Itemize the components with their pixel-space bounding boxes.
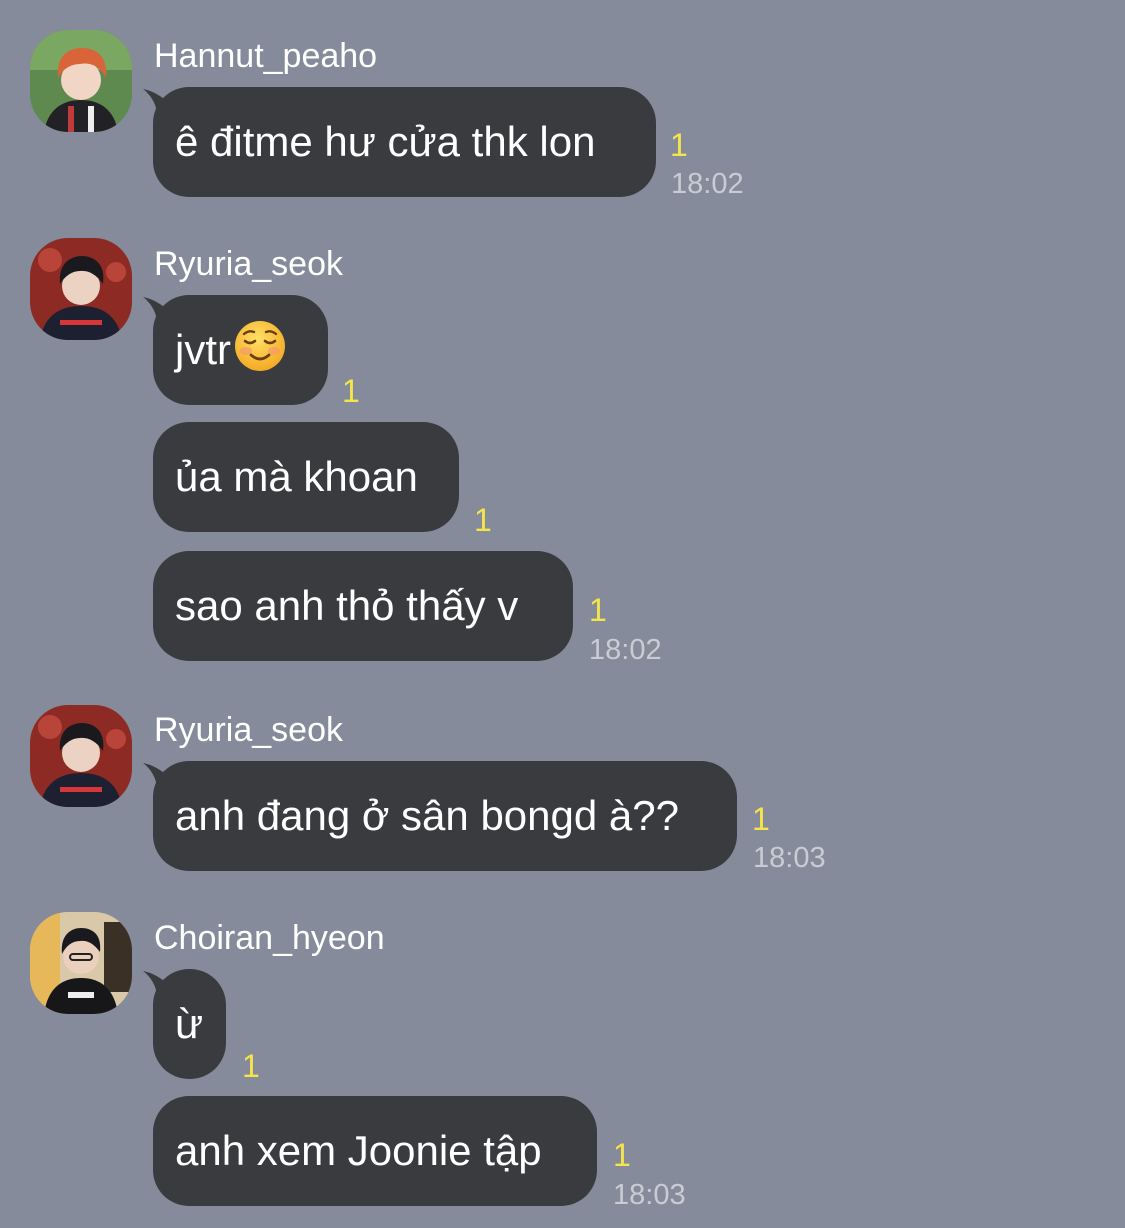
message-text: anh xem Joonie tập bbox=[175, 1127, 542, 1174]
avatar-ryuria-seok[interactable] bbox=[30, 238, 132, 340]
sender-name: Hannut_peaho bbox=[154, 37, 378, 75]
profile-photo-icon bbox=[30, 912, 132, 1014]
smiling-face-emoji-icon bbox=[235, 321, 285, 371]
message-text: ừ bbox=[175, 1000, 204, 1047]
sender-name: Ryuria_seok bbox=[154, 711, 343, 749]
unread-count: 1 bbox=[589, 592, 607, 628]
message-text: anh đang ở sân bongd à?? bbox=[175, 792, 679, 839]
message-text: jvtr bbox=[175, 326, 231, 373]
message-time: 18:02 bbox=[589, 634, 662, 666]
unread-count: 1 bbox=[342, 373, 360, 409]
unread-count: 1 bbox=[670, 127, 688, 163]
message-bubble[interactable]: jvtr bbox=[153, 295, 328, 405]
unread-count: 1 bbox=[242, 1048, 260, 1084]
message-bubble[interactable]: ừ bbox=[153, 969, 226, 1079]
message-text: ủa mà khoan bbox=[175, 453, 418, 500]
message-bubble[interactable]: anh đang ở sân bongd à?? bbox=[153, 761, 737, 871]
avatar-choiran-hyeon[interactable] bbox=[30, 912, 132, 1014]
sender-name: Choiran_hyeon bbox=[154, 919, 385, 957]
avatar-hannut-peaho[interactable] bbox=[30, 30, 132, 132]
message-bubble[interactable]: ê đitme hư cửa thk lon bbox=[153, 87, 656, 197]
profile-photo-icon bbox=[30, 30, 132, 132]
message-bubble[interactable]: sao anh thỏ thấy v bbox=[153, 551, 573, 661]
message-text: sao anh thỏ thấy v bbox=[175, 582, 519, 629]
avatar-ryuria-seok[interactable] bbox=[30, 705, 132, 807]
message-text: ê đitme hư cửa thk lon bbox=[175, 118, 596, 165]
sender-name: Ryuria_seok bbox=[154, 245, 343, 283]
message-time: 18:03 bbox=[753, 842, 826, 874]
message-time: 18:03 bbox=[613, 1179, 686, 1211]
message-bubble[interactable]: ủa mà khoan bbox=[153, 422, 459, 532]
message-time: 18:02 bbox=[671, 168, 744, 200]
profile-photo-icon bbox=[30, 238, 132, 340]
unread-count: 1 bbox=[752, 801, 770, 837]
unread-count: 1 bbox=[613, 1137, 631, 1173]
unread-count: 1 bbox=[474, 502, 492, 538]
profile-photo-icon bbox=[30, 705, 132, 807]
message-bubble[interactable]: anh xem Joonie tập bbox=[153, 1096, 597, 1206]
